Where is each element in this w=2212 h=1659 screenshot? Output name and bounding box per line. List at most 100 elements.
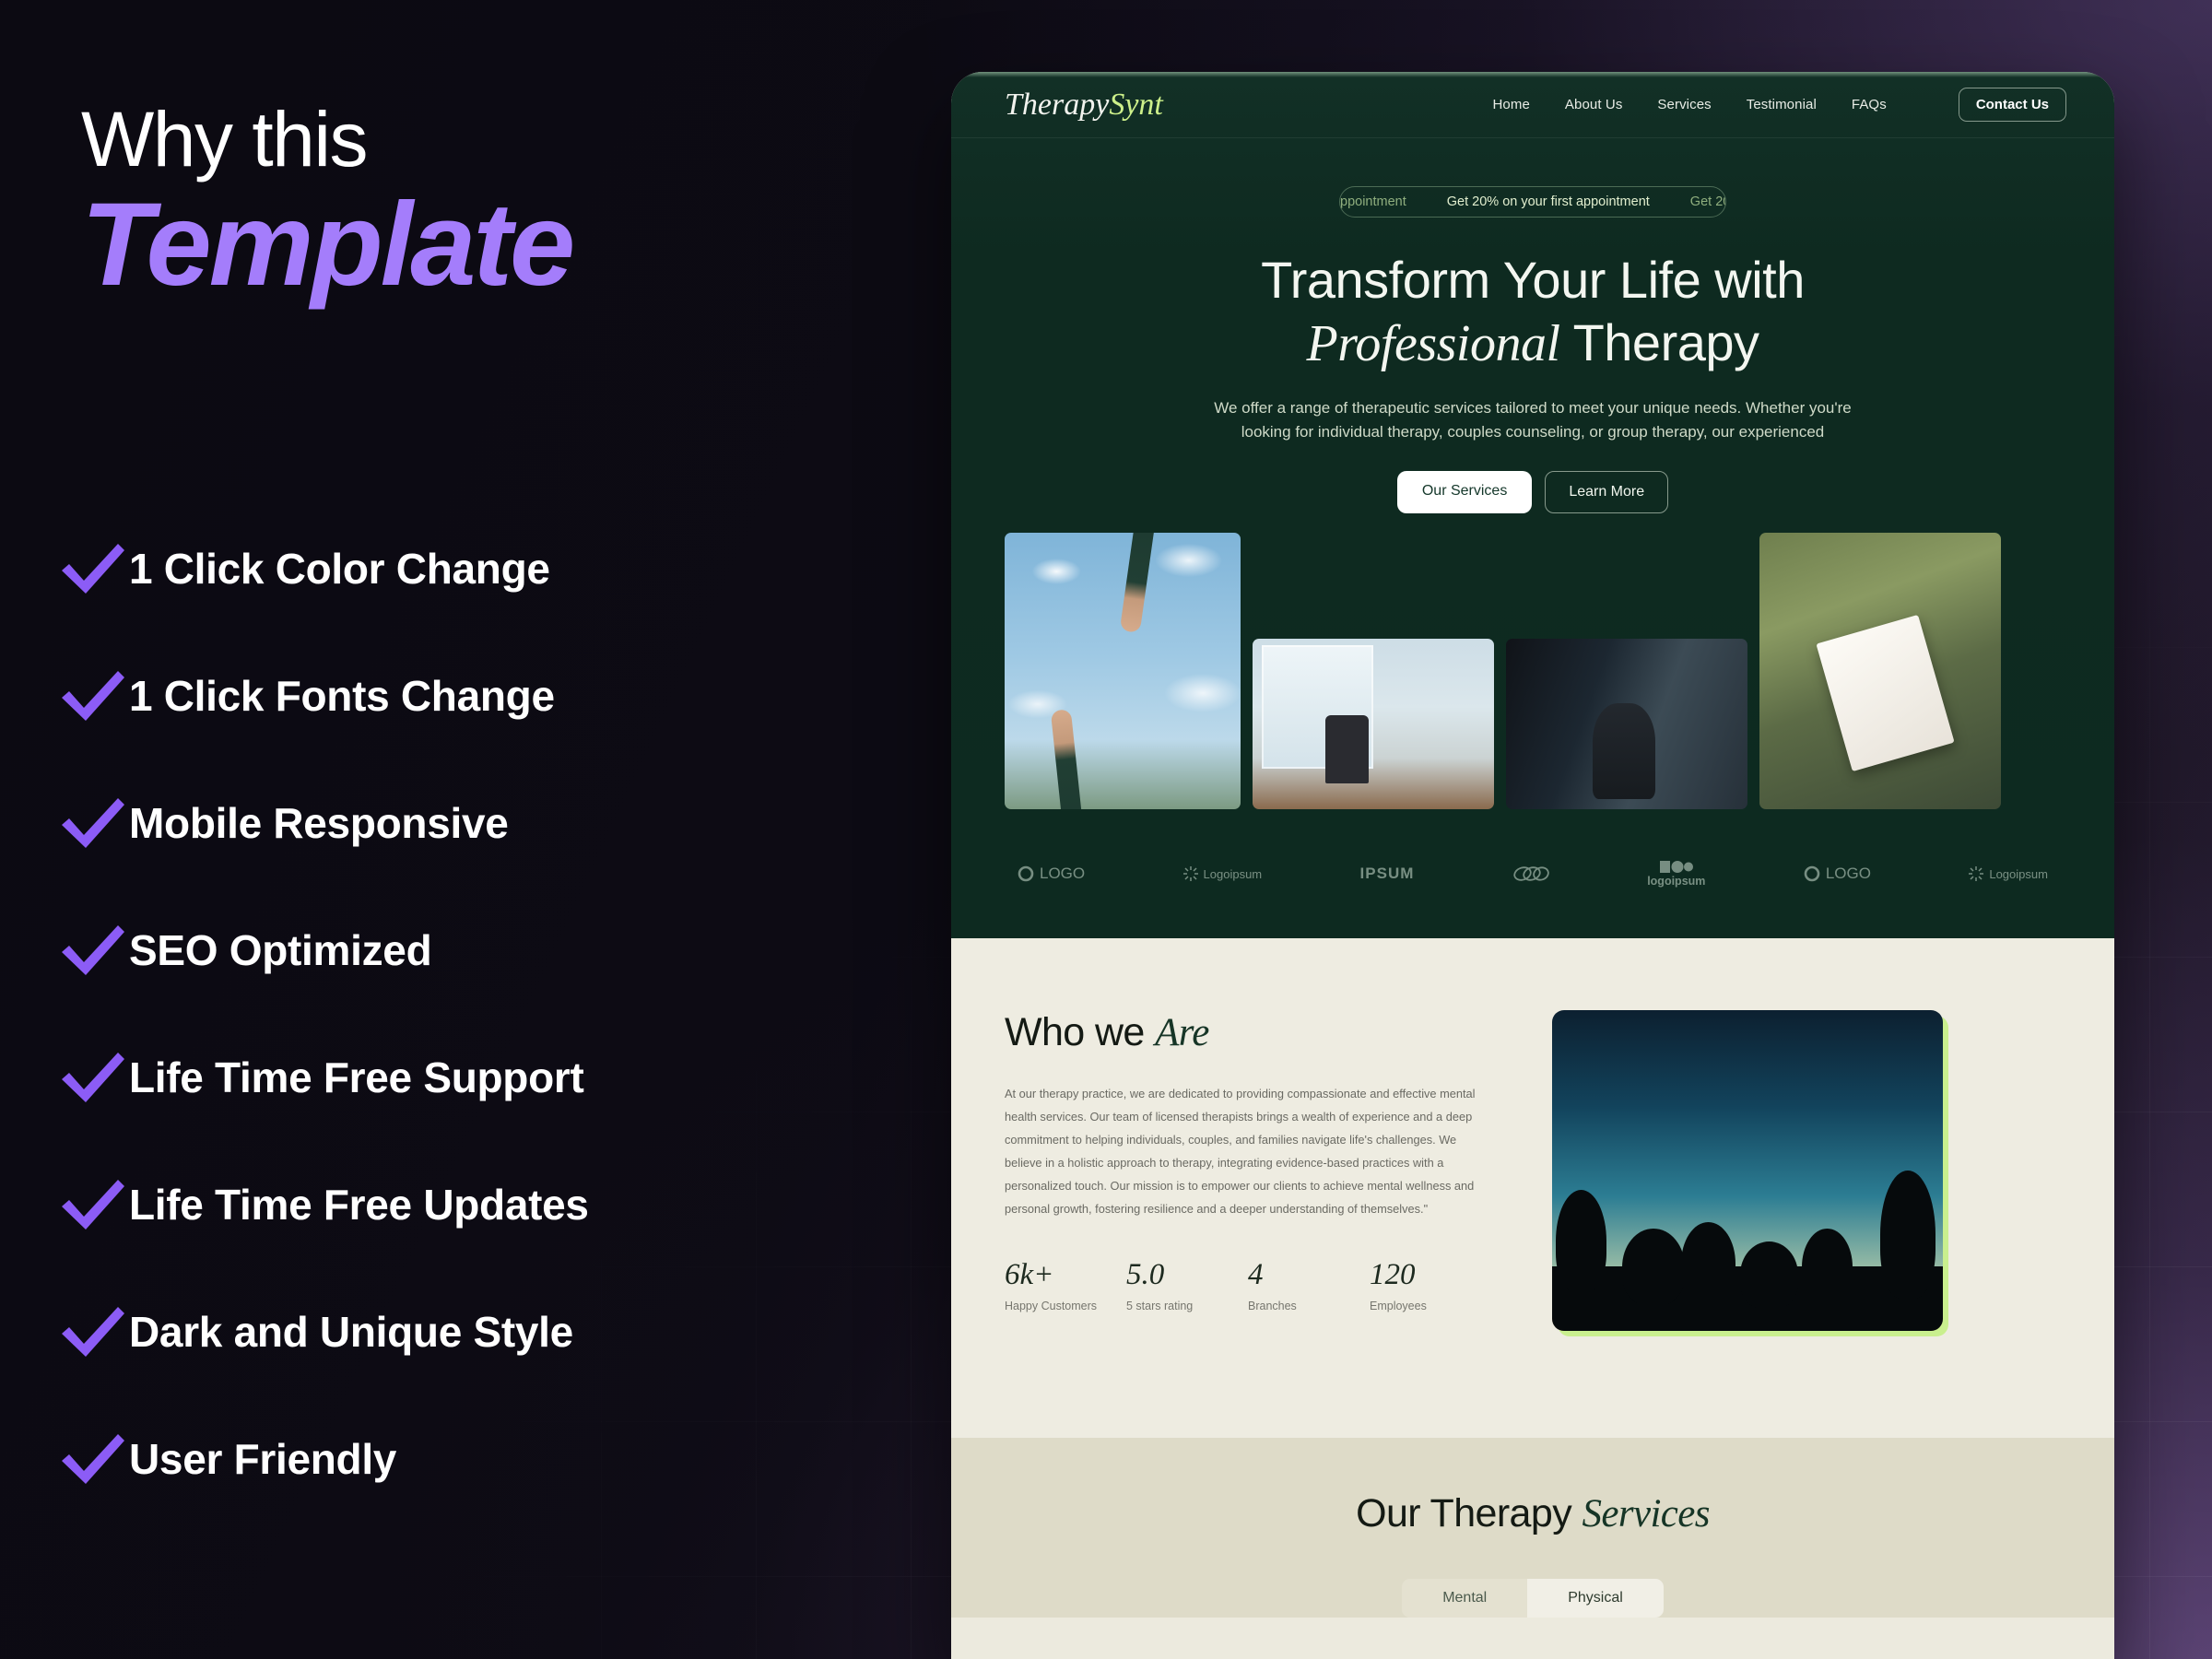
check-icon	[57, 1176, 129, 1233]
promo-ticker-track: ppointment Get 20% on your first appoint…	[1340, 194, 1725, 209]
logo-mark-icon	[1018, 865, 1034, 882]
partner-logo: logoipsum	[1647, 860, 1706, 888]
group-silhouette-sunset-photo	[1552, 1010, 1943, 1331]
chain-loops-icon	[1513, 866, 1549, 881]
promo-heading-line-2: Template	[81, 179, 575, 312]
about-section: Who we Are At our therapy practice, we a…	[951, 938, 2114, 1438]
services-section: Our Therapy Services Mental Physical	[951, 1438, 2114, 1618]
ticker-item: Get 20% on your first appointment	[1446, 194, 1650, 209]
hero-title-line-2: Therapy	[1559, 313, 1759, 372]
promo-heading: Why this Template	[81, 96, 575, 312]
sun-burst-icon	[1182, 866, 1198, 881]
services-title-emphasis: Services	[1582, 1492, 1710, 1535]
hands-reaching-sky-photo	[1005, 533, 1241, 809]
stat-item: 4 Branches	[1248, 1257, 1370, 1312]
hero-title-emphasis: Professional	[1306, 315, 1560, 373]
stat-item: 6k+ Happy Customers	[1005, 1257, 1126, 1312]
about-text-column: Who we Are At our therapy practice, we a…	[1005, 1010, 1502, 1312]
site-logo-part-2: Synt	[1109, 87, 1163, 122]
check-icon	[57, 922, 129, 979]
nav-links: Home About Us Services Testimonial FAQs …	[1493, 88, 2066, 122]
promo-heading-line-1: Why this	[81, 96, 369, 182]
partner-logo: LOGO	[1804, 865, 1871, 883]
stat-value: 5.0	[1126, 1257, 1165, 1291]
partner-logo: Logoipsum	[1969, 866, 2048, 881]
partner-logo-label: IPSUM	[1359, 865, 1415, 882]
partner-logo-label: LOGO	[1040, 865, 1086, 882]
about-title-part-1: Who we	[1005, 1010, 1156, 1054]
promo-content: Why this Template 1 Click Color Change 1…	[0, 0, 949, 1659]
site-navbar: TherapySynt Home About Us Services Testi…	[951, 72, 2114, 138]
nav-link-home[interactable]: Home	[1493, 97, 1530, 112]
stat-label: Happy Customers	[1005, 1299, 1098, 1312]
stat-value: 6k+	[1005, 1257, 1054, 1291]
feature-item-label: SEO Optimized	[129, 926, 432, 974]
about-title: Who we Are	[1005, 1010, 1502, 1055]
ticker-item: Get 20%	[1689, 194, 1725, 209]
man-on-couch-dark-photo	[1506, 639, 1747, 809]
check-icon	[57, 1049, 129, 1106]
feature-item-label: Dark and Unique Style	[129, 1308, 573, 1356]
sun-burst-icon	[1969, 866, 1984, 881]
woman-sitting-by-window-photo	[1253, 639, 1494, 809]
about-title-emphasis: Are	[1155, 1011, 1209, 1054]
nav-link-testimonial[interactable]: Testimonial	[1747, 97, 1817, 112]
our-services-button[interactable]: Our Services	[1396, 471, 1533, 514]
feature-item: User Friendly	[57, 1416, 924, 1502]
blocks-icon	[1659, 860, 1693, 873]
ticker-item: ppointment	[1340, 194, 1406, 209]
partner-logo: IPSUM	[1360, 865, 1415, 883]
promo-ticker: ppointment Get 20% on your first appoint…	[1339, 186, 1726, 218]
learn-more-button[interactable]: Learn More	[1545, 471, 1669, 514]
tab-physical[interactable]: Physical	[1527, 1579, 1664, 1618]
stat-label: Branches	[1248, 1299, 1297, 1312]
contact-us-button[interactable]: Contact Us	[1958, 88, 2066, 122]
services-title: Our Therapy Services	[951, 1491, 2114, 1536]
tab-mental[interactable]: Mental	[1402, 1579, 1528, 1618]
check-icon	[57, 1430, 129, 1488]
check-icon	[57, 1303, 129, 1360]
hero-image-gallery	[951, 533, 2114, 809]
partner-logo	[1512, 865, 1549, 882]
site-logo[interactable]: TherapySynt	[1005, 88, 1163, 123]
stat-label: Employees	[1370, 1299, 1427, 1312]
feature-item: SEO Optimized	[57, 907, 924, 994]
feature-item: 1 Click Color Change	[57, 525, 924, 612]
check-icon	[57, 540, 129, 597]
feature-item: Mobile Responsive	[57, 780, 924, 866]
partner-logo-label: Logoipsum	[1989, 866, 2048, 881]
feature-list: 1 Click Color Change 1 Click Fonts Chang…	[57, 525, 924, 1543]
about-stats: 6k+ Happy Customers 5.0 5 stars rating 4…	[1005, 1257, 1502, 1312]
feature-item: Dark and Unique Style	[57, 1288, 924, 1375]
about-image-column	[1552, 1010, 1948, 1336]
stat-label: 5 stars rating	[1126, 1299, 1194, 1312]
stat-value: 4	[1248, 1257, 1264, 1291]
partner-logo-label: LOGO	[1825, 865, 1871, 882]
partner-logo: LOGO	[1018, 865, 1085, 883]
services-title-part-1: Our Therapy	[1356, 1491, 1583, 1535]
nav-link-about-us[interactable]: About Us	[1565, 97, 1623, 112]
feature-item-label: 1 Click Color Change	[129, 545, 550, 593]
hero-section: TherapySynt Home About Us Services Testi…	[951, 72, 2114, 938]
nav-link-services[interactable]: Services	[1657, 97, 1711, 112]
partner-logo-label: logoipsum	[1647, 874, 1706, 888]
feature-item: 1 Click Fonts Change	[57, 653, 924, 739]
partner-logo-label: Logoipsum	[1203, 866, 1263, 881]
check-icon	[57, 667, 129, 724]
hero-title-line-1: Transform Your Life with	[1261, 251, 1805, 309]
feature-item-label: Mobile Responsive	[129, 799, 509, 847]
nav-link-faqs[interactable]: FAQs	[1852, 97, 1887, 112]
partner-logo-strip: LOGO Logoipsum IPSUM logoipsum LOGO Logo…	[951, 852, 2114, 896]
about-body-text: At our therapy practice, we are dedicate…	[1005, 1087, 1476, 1216]
feature-item: Life Time Free Updates	[57, 1161, 924, 1248]
logo-mark-icon	[1804, 865, 1820, 882]
website-preview-mockup: TherapySynt Home About Us Services Testi…	[951, 72, 2114, 1659]
thinking-fast-and-slow-book-photo	[1759, 533, 2001, 809]
feature-item: Life Time Free Support	[57, 1034, 924, 1121]
stat-value: 120	[1370, 1257, 1416, 1291]
feature-item-label: Life Time Free Support	[129, 1053, 584, 1101]
feature-item-label: 1 Click Fonts Change	[129, 672, 555, 720]
feature-item-label: Life Time Free Updates	[129, 1181, 589, 1229]
services-tabs: Mental Physical	[1402, 1579, 1664, 1618]
partner-logo: Logoipsum	[1182, 866, 1263, 881]
